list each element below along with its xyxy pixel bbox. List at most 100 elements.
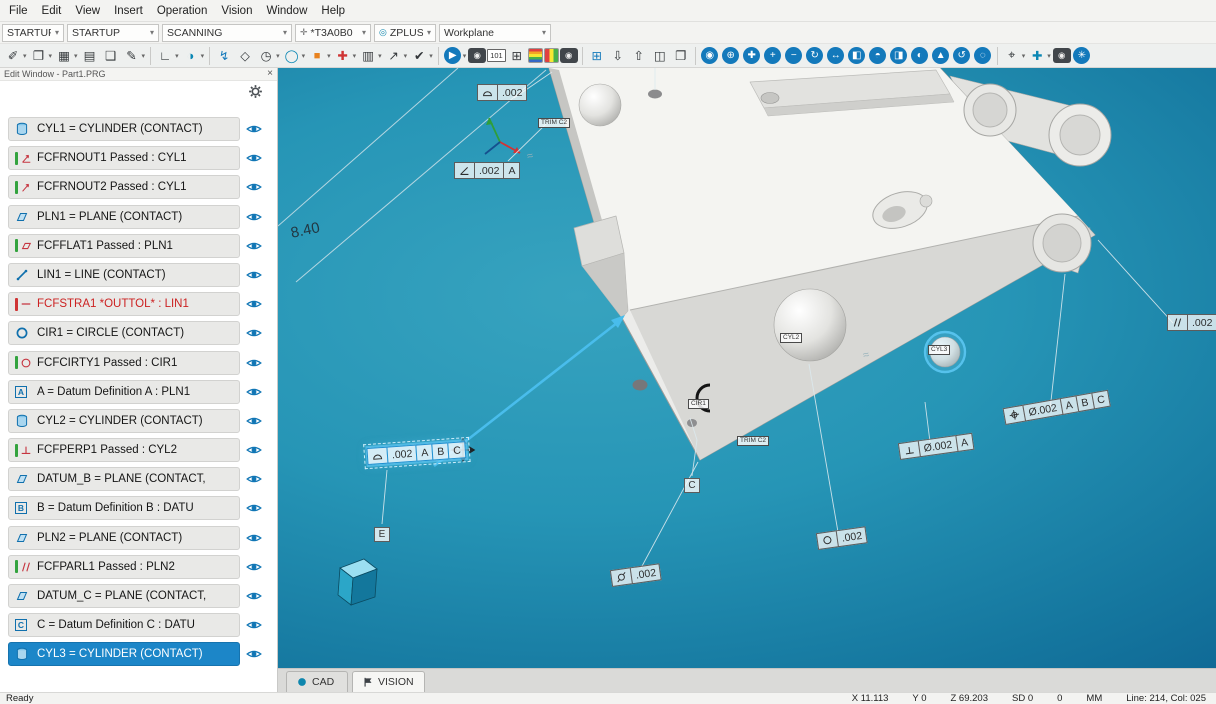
tree-item-fcfrnout2[interactable]: FCFRNOUT2 Passed : CYL1	[8, 175, 240, 199]
view-iso-icon[interactable]: ▲	[932, 47, 949, 64]
visibility-eye-icon[interactable]	[246, 502, 264, 514]
feature-label-trim-c2[interactable]: TRIM C2	[737, 436, 769, 446]
target-feature-icon[interactable]: ✚	[333, 46, 353, 66]
menu-vision[interactable]: Vision	[214, 3, 259, 19]
protractor-icon[interactable]: ◷	[256, 46, 276, 66]
color-scale-icon[interactable]	[544, 48, 559, 63]
tree-item-fcfrnout1[interactable]: FCFRNOUT1 Passed : CYL1	[8, 146, 240, 170]
visibility-eye-icon[interactable]	[246, 648, 264, 660]
tab-cad[interactable]: CAD	[286, 671, 348, 692]
visibility-eye-icon[interactable]	[246, 152, 264, 164]
visibility-eye-icon[interactable]	[246, 123, 264, 135]
menu-window[interactable]: Window	[259, 3, 314, 19]
tree-item-pln1[interactable]: PLN1 = PLANE (CONTACT)	[8, 205, 240, 229]
visibility-eye-icon[interactable]	[246, 211, 264, 223]
execute-icon[interactable]: ▶	[444, 47, 461, 64]
capture-display-icon[interactable]: ◉	[1053, 48, 1071, 63]
chevron-down-icon[interactable]: ▾	[1047, 52, 1051, 60]
polygon-feature-icon[interactable]: ◇	[235, 46, 255, 66]
export-data-icon[interactable]: ⇧	[629, 46, 649, 66]
grid-display-icon[interactable]: ▤	[80, 46, 100, 66]
angularity-callout[interactable]: .002A	[455, 162, 520, 179]
probe-qualification-icon[interactable]: ⌖	[1002, 46, 1022, 66]
settings-icon[interactable]: ✳	[1073, 47, 1090, 64]
chevron-down-icon[interactable]: ▾	[276, 52, 280, 60]
tree-item-pln2[interactable]: PLN2 = PLANE (CONTACT)	[8, 526, 240, 550]
chevron-down-icon[interactable]: ▾	[23, 52, 27, 60]
menu-edit[interactable]: Edit	[35, 3, 69, 19]
view-section-icon[interactable]: ◐	[911, 47, 928, 64]
visibility-eye-icon[interactable]	[246, 357, 264, 369]
dropdown-startup[interactable]: STARTUP▾	[2, 24, 64, 42]
tree-item-fcfflat1[interactable]: FCFFLAT1 Passed : PLN1	[8, 234, 240, 258]
path-edit-icon[interactable]: ✎	[122, 46, 142, 66]
rotate-view-icon[interactable]: ↻	[806, 47, 823, 64]
tree-item-cyl1[interactable]: CYL1 = CYLINDER (CONTACT)	[8, 117, 240, 141]
dropdown-startup[interactable]: STARTUP▾	[67, 24, 159, 42]
menu-help[interactable]: Help	[314, 3, 352, 19]
tree-item-fcfperp1[interactable]: FCFPERP1 Passed : CYL2	[8, 438, 240, 462]
tree-item-datum_c[interactable]: DATUM_C = PLANE (CONTACT,	[8, 584, 240, 608]
tree-item-cyl3[interactable]: CYL3 = CYLINDER (CONTACT)	[8, 642, 240, 666]
visibility-eye-icon[interactable]	[246, 473, 264, 485]
chevron-down-icon[interactable]: ▾	[463, 52, 467, 60]
visibility-eye-icon[interactable]	[246, 181, 264, 193]
gear-icon[interactable]	[248, 84, 264, 100]
vision-measure-icon[interactable]: ↯	[214, 46, 234, 66]
chevron-down-icon[interactable]: ▾	[353, 52, 357, 60]
tree-item-lin1[interactable]: LIN1 = LINE (CONTACT)	[8, 263, 240, 287]
tree-item-fcfparl1[interactable]: FCFPARL1 Passed : PLN2	[8, 555, 240, 579]
parallelism-callout[interactable]: .002	[1168, 314, 1216, 331]
datum-flag-c[interactable]: C	[684, 478, 700, 493]
menu-operation[interactable]: Operation	[150, 3, 215, 19]
cascade-windows-icon[interactable]: ❐	[671, 46, 691, 66]
visibility-eye-icon[interactable]	[246, 444, 264, 456]
visibility-eye-icon[interactable]	[246, 619, 264, 631]
color-legend-icon[interactable]	[528, 48, 543, 63]
wireframe-view-icon[interactable]: ◌	[974, 47, 991, 64]
view-front-icon[interactable]: ◧	[848, 47, 865, 64]
capture-image-icon[interactable]: ◉	[560, 48, 578, 63]
dropdown-scanning[interactable]: SCANNING▾	[162, 24, 292, 42]
probe-tool-icon[interactable]: ✐	[3, 46, 23, 66]
chevron-down-icon[interactable]: ▾	[201, 52, 205, 60]
menu-file[interactable]: File	[2, 3, 35, 19]
zoom-in-icon[interactable]: +	[764, 47, 781, 64]
chevron-down-icon[interactable]: ▾	[1022, 52, 1026, 60]
chevron-down-icon[interactable]: ▾	[302, 52, 306, 60]
dropdown-t3a0b0[interactable]: ✛*T3A0B0▾	[295, 24, 371, 42]
tree-item-cyl2[interactable]: CYL2 = CYLINDER (CONTACT)	[8, 409, 240, 433]
visibility-eye-icon[interactable]	[246, 327, 264, 339]
tile-windows-icon[interactable]: ◫	[650, 46, 670, 66]
confirm-check-icon[interactable]: ✔	[409, 46, 429, 66]
circle-feature-icon[interactable]: ◯	[282, 46, 302, 66]
menu-view[interactable]: View	[68, 3, 107, 19]
alignment-icon[interactable]: ∟	[155, 46, 175, 66]
visibility-eye-icon[interactable]	[246, 269, 264, 281]
tree-item-datum_b[interactable]: DATUM_B = PLANE (CONTACT,	[8, 467, 240, 491]
menu-insert[interactable]: Insert	[107, 3, 150, 19]
reset-view-icon[interactable]: ↺	[953, 47, 970, 64]
grid-window-icon[interactable]: ⊞	[507, 46, 527, 66]
visibility-eye-icon[interactable]	[246, 386, 264, 398]
close-icon[interactable]: ×	[267, 69, 273, 79]
visibility-eye-icon[interactable]	[246, 590, 264, 602]
feature-label-cyl2[interactable]: CYL2	[780, 333, 802, 343]
visibility-eye-icon[interactable]	[246, 240, 264, 252]
dropdown-zplus[interactable]: ◎ZPLUS▾	[374, 24, 436, 42]
cad-viewport[interactable]: ≈ ≈	[278, 68, 1216, 668]
dimension-info-icon[interactable]: 101	[487, 49, 506, 62]
chevron-down-icon[interactable]: ▾	[175, 52, 179, 60]
feature-label-cir1[interactable]: CIR1	[688, 399, 709, 409]
feature-label-cyl3[interactable]: CYL3	[928, 345, 950, 355]
vector-tool-icon[interactable]: ↗	[384, 46, 404, 66]
datum-flag-e[interactable]: E	[374, 527, 390, 542]
chevron-down-icon[interactable]: ▾	[49, 52, 53, 60]
zoom-fit-icon[interactable]: ✚	[743, 47, 760, 64]
dropdown-workplane[interactable]: Workplane▾	[439, 24, 551, 42]
comment-icon[interactable]: ❑	[101, 46, 121, 66]
visibility-eye-icon[interactable]	[246, 415, 264, 427]
tree-item-b[interactable]: BB = Datum Definition B : DATU	[8, 496, 240, 520]
chevron-down-icon[interactable]: ▾	[404, 52, 408, 60]
chevron-down-icon[interactable]: ▾	[378, 52, 382, 60]
